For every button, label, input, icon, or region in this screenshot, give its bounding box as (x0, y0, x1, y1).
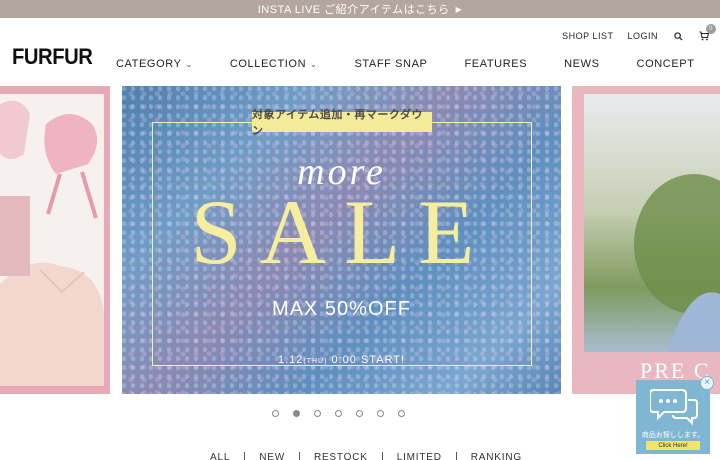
carousel-dot[interactable] (314, 410, 321, 417)
carousel-slide-prev[interactable] (0, 86, 110, 394)
carousel-dot[interactable] (293, 410, 300, 417)
slide-tag: 対象アイテム追加・再マークダウン (252, 109, 432, 137)
carousel-dot[interactable] (356, 410, 363, 417)
nav-news[interactable]: NEWS (564, 58, 599, 70)
tab-new[interactable]: NEW (245, 452, 300, 460)
shop-list-link[interactable]: SHOP LIST (562, 31, 613, 41)
nav-label: STAFF SNAP (354, 58, 428, 70)
nav-label: NEWS (564, 58, 600, 70)
nav-label: CATEGORY (116, 58, 182, 70)
slide-accent-block (0, 196, 30, 276)
cart-count-badge: 0 (706, 24, 716, 34)
tab-all[interactable]: ALL (196, 452, 246, 460)
nav-concept[interactable]: CONCEPT (637, 58, 695, 70)
search-icon[interactable] (672, 30, 684, 42)
login-link[interactable]: LOGIN (627, 31, 658, 41)
carousel-slide-next[interactable]: PRE C (572, 86, 720, 394)
slide-headline: SALE (190, 181, 493, 283)
carousel-dot[interactable] (377, 410, 384, 417)
chat-widget[interactable]: 商品お探しします。 Click Here! × (636, 376, 714, 454)
nav-category[interactable]: CATEGORY ⌄ (116, 58, 193, 70)
site-logo[interactable]: FURFUR (12, 44, 93, 70)
tab-limited[interactable]: LIMITED (383, 452, 457, 460)
carousel-dots (272, 410, 405, 417)
tab-ranking[interactable]: RANKING (457, 452, 536, 460)
start-date: 1.12 (277, 354, 304, 366)
slide-start-date: 1.12(THU) 0:00 START! (122, 354, 561, 366)
close-icon[interactable]: × (700, 376, 714, 390)
chat-bubble-icon (649, 386, 698, 431)
nav-collection[interactable]: COLLECTION ⌄ (230, 58, 318, 70)
chat-label: 商品お探しします。 (641, 432, 705, 439)
chat-click-button[interactable]: Click Here! (646, 441, 700, 450)
slide-image (584, 94, 720, 352)
nav-features[interactable]: FEATURES (464, 58, 527, 70)
main-nav: CATEGORY ⌄ COLLECTION ⌄ STAFF SNAP FEATU… (116, 58, 695, 70)
carousel-slide-sale[interactable]: 対象アイテム追加・再マークダウン more SALE MAX 50%OFF 1.… (122, 86, 561, 394)
chevron-down-icon: ⌄ (185, 59, 193, 69)
nav-label: CONCEPT (636, 58, 695, 70)
promo-bar[interactable]: INSTA LIVE ご紹介アイテムはこちら ▶ (0, 0, 720, 18)
utility-nav: SHOP LIST LOGIN 0 (562, 24, 716, 42)
carousel-dot[interactable] (335, 410, 342, 417)
nav-label: COLLECTION (229, 58, 307, 70)
carousel-dot[interactable] (272, 410, 279, 417)
start-day: (THU) (303, 358, 328, 365)
cart-icon[interactable]: 0 (698, 24, 716, 42)
play-arrow-icon: ▶ (455, 4, 463, 14)
nav-staff-snap[interactable]: STAFF SNAP (354, 58, 427, 70)
chevron-down-icon: ⌄ (310, 59, 318, 69)
nav-label: FEATURES (464, 58, 528, 70)
promo-text: INSTA LIVE ご紹介アイテムはこちら (257, 4, 450, 16)
start-time: 0:00 START! (331, 354, 406, 366)
slide-discount: MAX 50%OFF (272, 298, 411, 320)
filter-tabs: ALL NEW RESTOCK LIMITED RANKING (196, 452, 536, 460)
carousel-dot[interactable] (398, 410, 405, 417)
tab-restock[interactable]: RESTOCK (300, 452, 383, 460)
